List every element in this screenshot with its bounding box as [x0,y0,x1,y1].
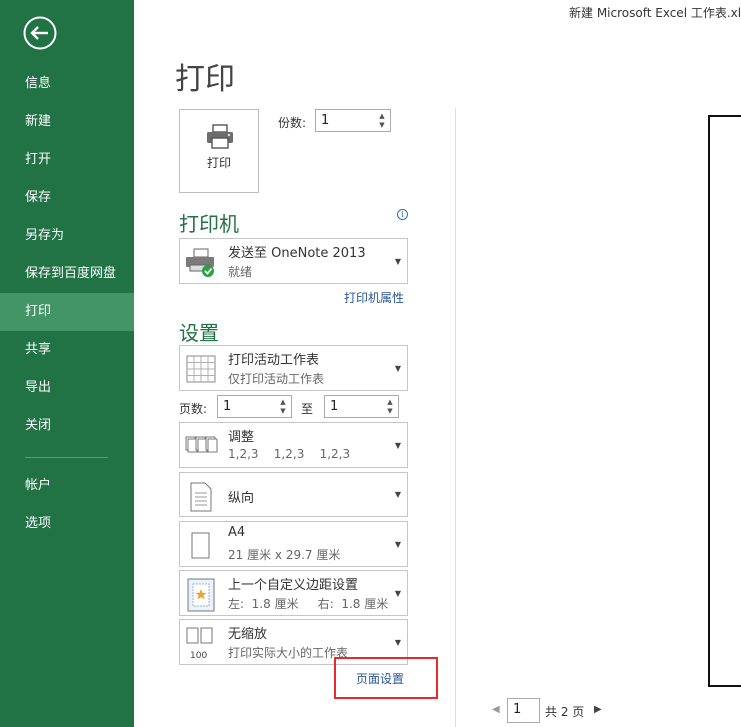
copies-up-arrow-icon[interactable]: ▲ [376,111,388,120]
print-scope-dropdown[interactable]: 打印活动工作表 仅打印活动工作表 ▼ [179,345,408,391]
pages-from-up-arrow-icon[interactable]: ▲ [277,397,289,406]
margins-sub: 左: 1.8 厘米 右: 1.8 厘米 [228,597,389,611]
pages-to-down-arrow-icon[interactable]: ▼ [384,406,396,415]
chevron-down-icon: ▼ [394,257,401,266]
panel-divider [455,108,456,727]
print-scope-main: 打印活动工作表 [228,353,320,368]
pages-to-stepper[interactable]: 1 ▲ ▼ [324,395,399,418]
printer-ready-icon [184,243,218,281]
printer-section-title: 打印机 [179,212,239,236]
sidebar-item-close[interactable]: 关闭 [0,407,134,445]
sidebar-item-print[interactable]: 打印 [0,293,134,331]
paper-size-sub: 21 厘米 x 29.7 厘米 [228,548,341,562]
next-page-icon[interactable]: ▶ [594,704,602,715]
chevron-down-icon: ▼ [394,638,401,647]
custom-margins-icon [184,575,218,613]
scaling-main: 无缩放 [228,627,268,642]
printer-status: 就绪 [228,265,253,279]
chevron-down-icon: ▼ [394,490,401,499]
copies-label: 份数: [278,116,307,130]
sidebar-item-export[interactable]: 导出 [0,369,134,407]
pages-to-value: 1 [330,399,339,414]
pages-from-stepper[interactable]: 1 ▲ ▼ [217,395,292,418]
printer-icon [207,124,233,149]
page-title: 打印 [175,62,235,97]
copies-down-arrow-icon[interactable]: ▼ [376,120,388,129]
sidebar-item-share[interactable]: 共享 [0,331,134,369]
sidebar-item-save-to-baidu[interactable]: 保存到百度网盘 [0,255,134,293]
previous-page-icon[interactable]: ◀ [492,704,500,715]
collate-dropdown[interactable]: 调整 1,2,3 1,2,3 1,2,3 ▼ [179,422,408,468]
chevron-down-icon: ▼ [394,589,401,598]
chevron-down-icon: ▼ [394,364,401,373]
portrait-page-icon [184,477,218,515]
total-pages-label: 共 2 页 [545,705,585,719]
pages-to-up-arrow-icon[interactable]: ▲ [384,397,396,406]
sheet-grid-icon [184,350,218,388]
info-icon[interactable]: i [397,209,408,220]
sidebar-item-info[interactable]: 信息 [0,65,134,103]
printer-properties-link[interactable]: 打印机属性 [344,289,404,306]
settings-section-title: 设置 [179,321,219,345]
window-title: 新建 Microsoft Excel 工作表.xlsx [569,6,741,20]
paper-size-icon [184,526,218,564]
sidebar-item-account[interactable]: 帐户 [0,467,134,505]
print-button[interactable]: 打印 [179,109,259,193]
pages-from-down-arrow-icon[interactable]: ▼ [277,406,289,415]
sidebar-item-open[interactable]: 打开 [0,141,134,179]
pages-from-value: 1 [223,399,232,414]
chevron-down-icon: ▼ [394,441,401,450]
sidebar-divider [25,457,108,458]
paper-size-dropdown[interactable]: A4 21 厘米 x 29.7 厘米 ▼ [179,521,408,567]
paper-size-main: A4 [228,525,246,540]
margins-main: 上一个自定义边距设置 [228,578,359,593]
back-arrow-icon[interactable] [23,16,57,50]
print-button-label: 打印 [206,156,231,170]
pages-label: 页数: [179,402,208,416]
printer-dropdown[interactable]: 发送至 OneNote 2013 就绪 ▼ [179,238,408,284]
margins-dropdown[interactable]: 上一个自定义边距设置 左: 1.8 厘米 右: 1.8 厘米 ▼ [179,570,408,616]
printer-name: 发送至 OneNote 2013 [228,246,366,261]
sidebar-item-save[interactable]: 保存 [0,179,134,217]
copies-value: 1 [321,113,330,128]
orientation-main: 纵向 [228,491,255,506]
svg-text:100: 100 [190,651,207,661]
orientation-dropdown[interactable]: 纵向 ▼ [179,472,408,517]
highlight-box [334,657,438,699]
copies-stepper[interactable]: 1 ▲ ▼ [315,109,391,132]
chevron-down-icon: ▼ [394,540,401,549]
backstage-sidebar: 信息 新建 打开 保存 另存为 保存到百度网盘 打印 共享 导出 关闭 帐户 选… [0,0,134,727]
current-page-input[interactable]: 1 [507,698,540,723]
scaling-sub: 打印实际大小的工作表 [228,646,349,660]
collate-pages-icon [184,427,218,465]
no-scaling-icon: 100 [184,624,218,662]
print-preview-page [708,115,741,687]
pages-to-label: 至 [301,402,314,416]
collate-sub: 1,2,3 1,2,3 1,2,3 [228,447,351,461]
sidebar-item-options[interactable]: 选项 [0,505,134,543]
sidebar-item-new[interactable]: 新建 [0,103,134,141]
print-scope-sub: 仅打印活动工作表 [228,372,325,386]
sidebar-item-save-as[interactable]: 另存为 [0,217,134,255]
collate-main: 调整 [228,430,255,445]
